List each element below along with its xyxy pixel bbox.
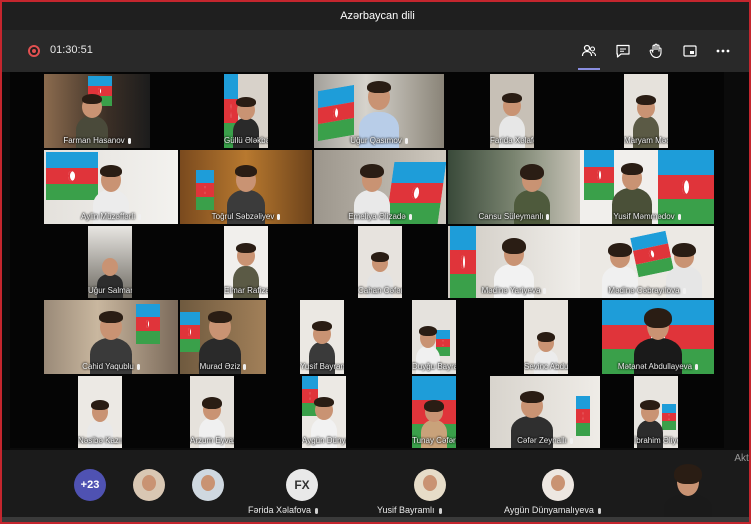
mic-icon [137,213,141,220]
video-tile[interactable]: Emeliya Əlizadə [314,150,446,224]
video-tile[interactable]: Yusif Bayramlı [300,300,344,374]
participant-name: Aygün Dünyamalıyeva [504,505,601,515]
share-tray-icon[interactable] [679,40,701,62]
mic-icon [315,507,319,514]
participant-name: Uğur Salmanov [88,286,132,295]
video-tile[interactable]: Arzum Eyvazlı [190,376,234,448]
pinned-video[interactable]: Akti [623,450,751,522]
mic-icon [243,363,247,370]
mic-icon [543,287,547,294]
participant-name: Uğur Qasımov [350,136,402,145]
participant-name: Cəfər Zeynallı [517,436,567,445]
chat-icon[interactable] [612,40,634,62]
mic-icon [677,213,681,220]
mic-icon [682,287,686,294]
mic-icon [546,213,550,220]
participant-name: Güllü Ələkbərova [224,136,268,145]
avatar-initials[interactable]: FX [286,469,318,501]
participant-name: Elmar Rafizadə [224,286,268,295]
participant-name: İbrahim Əliyev [634,436,678,445]
video-tile[interactable]: Cahan Cəfərova [358,226,402,298]
participant-name: Sevinc Abdullayeva [524,362,568,371]
video-tile[interactable]: Uğur Salmanov [88,226,132,298]
raise-hand-icon[interactable] [645,40,667,62]
avatar[interactable] [542,469,574,501]
participant-name: Cahid Yaqublu [82,362,134,371]
video-tile[interactable]: Farida Xəlafova [490,74,534,148]
video-tile[interactable]: Maryam Məcidova [624,74,668,148]
video-tile[interactable]: Toğrul Səbzəliyev [180,150,312,224]
participant-name: Yusif Məmmədov [613,212,675,221]
participant-name: Cahan Cəfərova [358,286,402,295]
participant-name: Farman Hasanov [63,136,125,145]
participant-name: Aygün Dünyamalıyeva [302,436,346,445]
video-tile[interactable]: Mədinə Yariyeva [448,226,580,298]
video-tile[interactable]: Güllü Ələkbərova [224,74,268,148]
mic-icon [569,437,573,444]
participant-strip: +23 FX Fərida Xəlafova Yusif Bayramlı Ay… [2,450,751,522]
video-tile[interactable]: Duyğu Bayramlı [412,300,456,374]
participants-icon[interactable] [578,40,600,62]
video-tile[interactable]: Uğur Qasımov [314,74,444,148]
avatar[interactable] [133,469,165,501]
video-tile[interactable]: Cəfər Zeynallı [490,376,600,448]
video-tile[interactable]: Sevinc Abdullayeva [524,300,568,374]
participant-name: Farida Xəlafova [490,136,534,145]
mic-icon [408,213,412,220]
mic-icon [277,213,281,220]
avatar[interactable] [414,469,446,501]
participant-name: Fərida Xəlafova [248,505,319,515]
title-bar: Azərbaycan dili [2,2,749,30]
video-tile[interactable]: Farman Hasanov [44,74,150,148]
video-tile[interactable]: Aylin Müzəffərli [44,150,178,224]
mic-icon [136,363,140,370]
watermark-text: Akti [734,453,751,464]
meeting-timer: 01:30:51 [50,44,93,56]
more-options-icon[interactable] [712,40,734,62]
participant-name: Duyğu Bayramlı [412,362,456,371]
more-participants-button[interactable]: +23 [74,469,106,501]
participant-name: Yusif Bayramlı [300,362,344,371]
video-tile[interactable]: Mədinə Cəbrayılova [580,226,714,298]
mic-icon [597,507,601,514]
avatar[interactable] [192,469,224,501]
video-tile[interactable]: Tunay Cəfərli [412,376,456,448]
participant-name: Maryam Məcidova [624,136,668,145]
mic-icon [404,137,408,144]
video-tile[interactable]: Nəsibə Kazımova [78,376,122,448]
video-tile[interactable]: Yusif Məmmədov [580,150,714,224]
participant-name: Murad Əziz [199,362,241,371]
video-tile[interactable]: İbrahim Əliyev [634,376,678,448]
participant-name: Tunay Cəfərli [412,436,456,445]
video-tile[interactable]: Cahid Yaqublu [44,300,178,374]
taskbar [2,517,749,522]
active-tab-indicator [578,68,600,70]
video-tile[interactable]: Mətanət Abdullayeva [602,300,714,374]
participant-name: Mədinə Yariyeva [481,286,541,295]
participant-name: Emeliya Əlizadə [348,212,406,221]
video-grid: Farman Hasanov Güllü Ələkbərova Uğur Qas… [10,72,724,448]
participant-name: Nəsibə Kazımova [78,436,122,445]
video-tile[interactable]: Elmar Rafizadə [224,226,268,298]
window-title: Azərbaycan dili [340,10,415,22]
participant-name: Aylin Müzəffərli [81,212,135,221]
participant-name: Mətanət Abdullayeva [617,362,693,371]
participant-name: Yusif Bayramlı [377,505,442,515]
mic-icon [695,363,699,370]
video-tile[interactable]: Murad Əziz [180,300,266,374]
meeting-window: Azərbaycan dili 01:30:51 Farman Hasanov [0,0,751,524]
video-tile[interactable]: Cansu Süleymanlı [448,150,580,224]
participant-name: Toğrul Səbzəliyev [211,212,275,221]
participant-name: Mədinə Cəbrayılova [608,286,680,295]
participant-name: Cansu Süleymanlı [478,212,544,221]
video-tile[interactable]: Aygün Dünyamalıyeva [302,376,346,448]
participant-name: Arzum Eyvazlı [190,436,234,445]
meeting-toolbar: 01:30:51 [2,30,749,72]
mic-icon [438,507,442,514]
mic-icon [127,137,131,144]
recording-icon [28,45,40,57]
